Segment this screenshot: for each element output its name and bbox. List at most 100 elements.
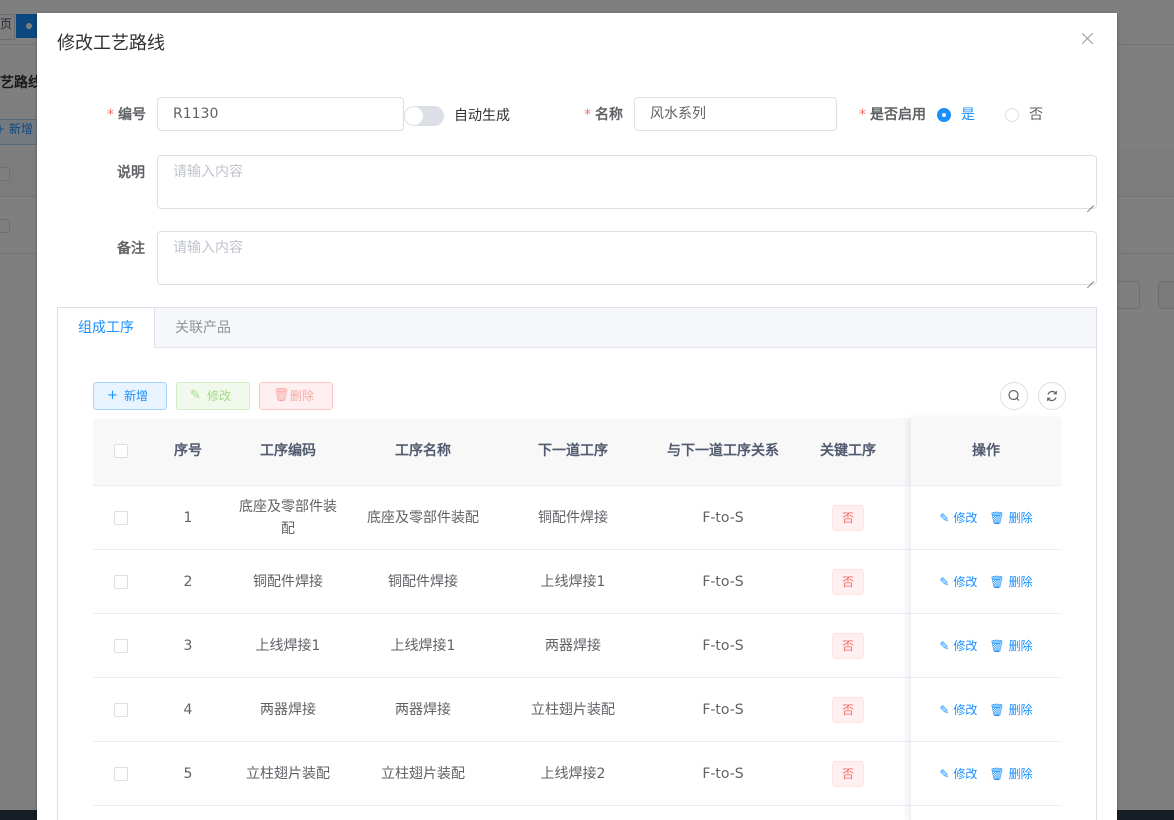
cell-name: 两器焊接: [395, 702, 451, 718]
cell-index: 5: [183, 766, 193, 782]
cell-next: 立柱翅片装配: [531, 702, 615, 718]
row-delete-button[interactable]: 🗑 删除: [989, 507, 1032, 529]
row-edit-label: 修改: [953, 575, 978, 589]
add-label: 新增: [124, 389, 149, 403]
process-tabs-card: 组成工序 关联产品 + 新增 ✎ 修改 🗑 删除 序号 工序编码 工序名称 下一道工序…: [57, 307, 1097, 820]
row-checkbox[interactable]: [113, 575, 128, 589]
description-textarea[interactable]: 请输入内容: [157, 155, 1097, 209]
cell-key: 否: [798, 742, 898, 806]
enabled-no-radio[interactable]: [1005, 108, 1019, 122]
refresh-button[interactable]: [1038, 382, 1066, 410]
resize-grip-icon[interactable]: [1087, 275, 1095, 283]
code-label: * 编号: [107, 105, 146, 125]
cell-relation: F-to-S: [702, 766, 744, 782]
cell-actions: ✎ 修改 🗑 删除: [910, 678, 1062, 742]
column-header-index: 序号: [174, 443, 202, 459]
row-delete-button[interactable]: 🗑 删除: [989, 571, 1032, 593]
cell-relation: F-to-S: [702, 638, 744, 654]
cell-index: 4: [183, 702, 193, 718]
row-delete-button[interactable]: 🗑 删除: [989, 763, 1032, 785]
name-label: * 名称: [584, 105, 623, 125]
row-edit-label: 修改: [953, 511, 978, 525]
auto-generate-switch[interactable]: [404, 106, 444, 126]
cell-actions: ✎ 修改 🗑 删除: [910, 742, 1062, 806]
edit-process-button[interactable]: ✎ 修改: [176, 382, 250, 410]
row-edit-button[interactable]: ✎ 修改: [939, 763, 977, 785]
row-edit-button[interactable]: ✎ 修改: [939, 635, 977, 657]
cell-next: 上线焊接1: [540, 574, 606, 590]
key-tag: 否: [832, 505, 864, 531]
row-edit-button[interactable]: ✎ 修改: [939, 699, 977, 721]
row-checkbox[interactable]: [113, 639, 128, 653]
resize-grip-icon[interactable]: [1087, 199, 1095, 207]
close-icon[interactable]: [1080, 31, 1096, 47]
enabled-yes-radio[interactable]: [937, 108, 951, 122]
row-select-cell: [93, 614, 148, 678]
column-header-actions: 操作: [972, 443, 1000, 459]
search-toggle-button[interactable]: [1000, 382, 1028, 410]
cell-index: 3: [183, 638, 193, 654]
cell-name: 上线焊接1: [390, 638, 456, 654]
tab-related-products[interactable]: 关联产品: [155, 308, 251, 348]
tab-header: 组成工序 关联产品: [58, 308, 1096, 348]
cell-name: 立柱翅片装配: [381, 766, 465, 782]
edit-route-dialog: 修改工艺路线 * 编号 R1130 自动生成 * 名称 风水系列 * 是否启用 是 否…: [37, 13, 1117, 820]
row-checkbox[interactable]: [113, 703, 128, 717]
edit-icon: ✎: [939, 767, 950, 781]
column-header-relation: 与下一道工序关系: [667, 443, 779, 459]
cell-code: 立柱翅片装配: [246, 766, 330, 782]
search-icon: [1008, 389, 1020, 401]
required-mark: *: [584, 107, 591, 123]
remark-label: 备注: [117, 241, 145, 257]
row-edit-label: 修改: [953, 767, 978, 781]
tab-processes[interactable]: 组成工序: [58, 308, 155, 348]
cell-key: 否: [798, 550, 898, 614]
edit-label: 修改: [207, 389, 232, 403]
enabled-label-text: 是否启用: [870, 107, 926, 123]
row-delete-label: 删除: [1008, 575, 1033, 589]
row-delete-button[interactable]: 🗑 删除: [989, 699, 1032, 721]
add-process-button[interactable]: + 新增: [93, 382, 167, 410]
column-header-next: 下一道工序: [538, 443, 608, 459]
description-placeholder: 请输入内容: [173, 164, 243, 180]
auto-generate-label: 自动生成: [454, 108, 510, 124]
plus-icon: +: [107, 388, 118, 403]
cell-relation: F-to-S: [702, 510, 744, 526]
refresh-icon: [1047, 390, 1057, 402]
cell-name: 铜配件焊接: [388, 574, 458, 590]
table-row: 5 立柱翅片装配 立柱翅片装配 上线焊接2 F-to-S 否 ✎ 修改 🗑 删除: [93, 742, 1062, 806]
table-row: 1 底座及零部件装配 底座及零部件装配 铜配件焊接 F-to-S 否 ✎ 修改 🗑…: [93, 486, 1062, 550]
cell-key: 否: [798, 614, 898, 678]
edit-icon: ✎: [939, 511, 950, 525]
cell-key: 否: [798, 678, 898, 742]
key-tag: 否: [832, 569, 864, 595]
key-tag: 否: [832, 697, 864, 723]
process-table-header: 序号 工序编码 工序名称 下一道工序 与下一道工序关系 关键工序 操作: [93, 418, 1062, 486]
row-edit-button[interactable]: ✎ 修改: [939, 571, 977, 593]
cell-code: 底座及零部件装配: [239, 499, 337, 537]
delete-process-button[interactable]: 🗑 删除: [259, 382, 333, 410]
row-delete-button[interactable]: 🗑 删除: [989, 635, 1032, 657]
required-mark: *: [859, 107, 866, 123]
code-input[interactable]: R1130: [157, 97, 404, 131]
select-all-checkbox[interactable]: [113, 444, 128, 458]
cell-code: 两器焊接: [260, 702, 316, 718]
enabled-no-label[interactable]: 否: [1029, 105, 1043, 125]
cell-actions: ✎ 修改 🗑 删除: [910, 550, 1062, 614]
row-select-cell: [93, 742, 148, 806]
row-checkbox[interactable]: [113, 511, 128, 525]
row-checkbox[interactable]: [113, 767, 128, 781]
row-edit-button[interactable]: ✎ 修改: [939, 507, 977, 529]
description-label: 说明: [117, 165, 145, 181]
cell-index: 1: [183, 510, 193, 526]
enabled-yes-label[interactable]: 是: [961, 105, 975, 125]
row-select-cell: [93, 678, 148, 742]
header-select-cell: [93, 418, 148, 485]
cell-relation: F-to-S: [702, 574, 744, 590]
remark-textarea[interactable]: 请输入内容: [157, 231, 1097, 285]
edit-icon: ✎: [939, 703, 950, 717]
name-input[interactable]: 风水系列: [634, 97, 837, 131]
delete-label: 删除: [290, 389, 315, 403]
cell-next: 上线焊接2: [540, 766, 606, 782]
cell-next: 两器焊接: [545, 638, 601, 654]
